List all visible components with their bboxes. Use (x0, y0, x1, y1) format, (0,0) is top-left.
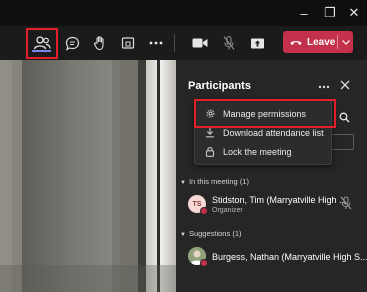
search-button[interactable] (336, 108, 352, 126)
mic-off-icon (340, 196, 352, 210)
participant-mic-status (340, 196, 352, 215)
video-frame-image (0, 60, 176, 292)
more-horizontal-icon (149, 41, 163, 45)
close-window-button[interactable]: ✕ (341, 0, 367, 26)
status-badge (200, 207, 208, 215)
lock-icon (203, 145, 217, 159)
leave-label: Leave (307, 36, 336, 48)
close-icon (340, 80, 350, 90)
participants-highlight-box (26, 28, 58, 59)
phone-hangup-icon (290, 40, 302, 45)
minimize-icon: – (300, 5, 308, 21)
menu-item-label: Download attendance list (223, 127, 324, 138)
hand-icon (93, 36, 104, 51)
toolbar-divider (174, 34, 175, 52)
search-icon (339, 112, 349, 122)
panel-title: Participants (188, 80, 251, 92)
video-feed (0, 60, 176, 292)
menu-item-label: Lock the meeting (223, 146, 292, 157)
more-actions-button[interactable] (141, 28, 171, 58)
close-icon: ✕ (348, 5, 360, 20)
section-label: Suggestions (1) (188, 229, 242, 238)
participant-role: Organizer (212, 207, 243, 214)
suggestions-section-header[interactable]: ▼ Suggestions (1) (180, 229, 241, 238)
section-label: In this meeting (1) (188, 177, 249, 186)
share-screen-icon (121, 37, 135, 49)
chevron-down-icon: ▼ (180, 180, 186, 186)
camera-toggle-button[interactable] (185, 28, 215, 58)
chevron-down-icon: ▼ (180, 232, 186, 238)
video-camera-icon (192, 38, 208, 48)
chat-icon (65, 36, 79, 51)
leave-button[interactable]: Leave (283, 31, 337, 53)
menu-item-lock-meeting[interactable]: Lock the meeting (195, 142, 331, 161)
share-tray-button[interactable] (113, 28, 143, 58)
mic-off-icon (223, 35, 235, 50)
participant-name: Stidston, Tim (Marryatville High ... (212, 195, 347, 205)
restore-button[interactable]: ❐ (317, 0, 343, 26)
chat-button[interactable] (57, 28, 87, 58)
share-upload-icon (250, 38, 264, 48)
restore-icon: ❐ (324, 5, 336, 20)
avatar-initials: TS (192, 200, 202, 208)
share-content-button[interactable] (242, 28, 272, 58)
leave-options-button[interactable] (338, 31, 353, 53)
panel-close-button[interactable] (338, 78, 352, 94)
status-badge (200, 259, 208, 267)
more-horizontal-icon (318, 85, 330, 89)
minimize-button[interactable]: – (291, 0, 317, 26)
raise-hand-button[interactable] (85, 28, 115, 58)
leave-button-group: Leave (283, 31, 353, 53)
mic-toggle-button[interactable] (214, 28, 244, 58)
in-meeting-section-header[interactable]: ▼ In this meeting (1) (180, 177, 249, 186)
suggestion-name: Burgess, Nathan (Marryatville High S... (212, 252, 367, 262)
panel-more-button[interactable] (316, 78, 332, 92)
manage-permissions-highlight-box (194, 99, 336, 128)
chevron-down-icon (341, 39, 350, 45)
